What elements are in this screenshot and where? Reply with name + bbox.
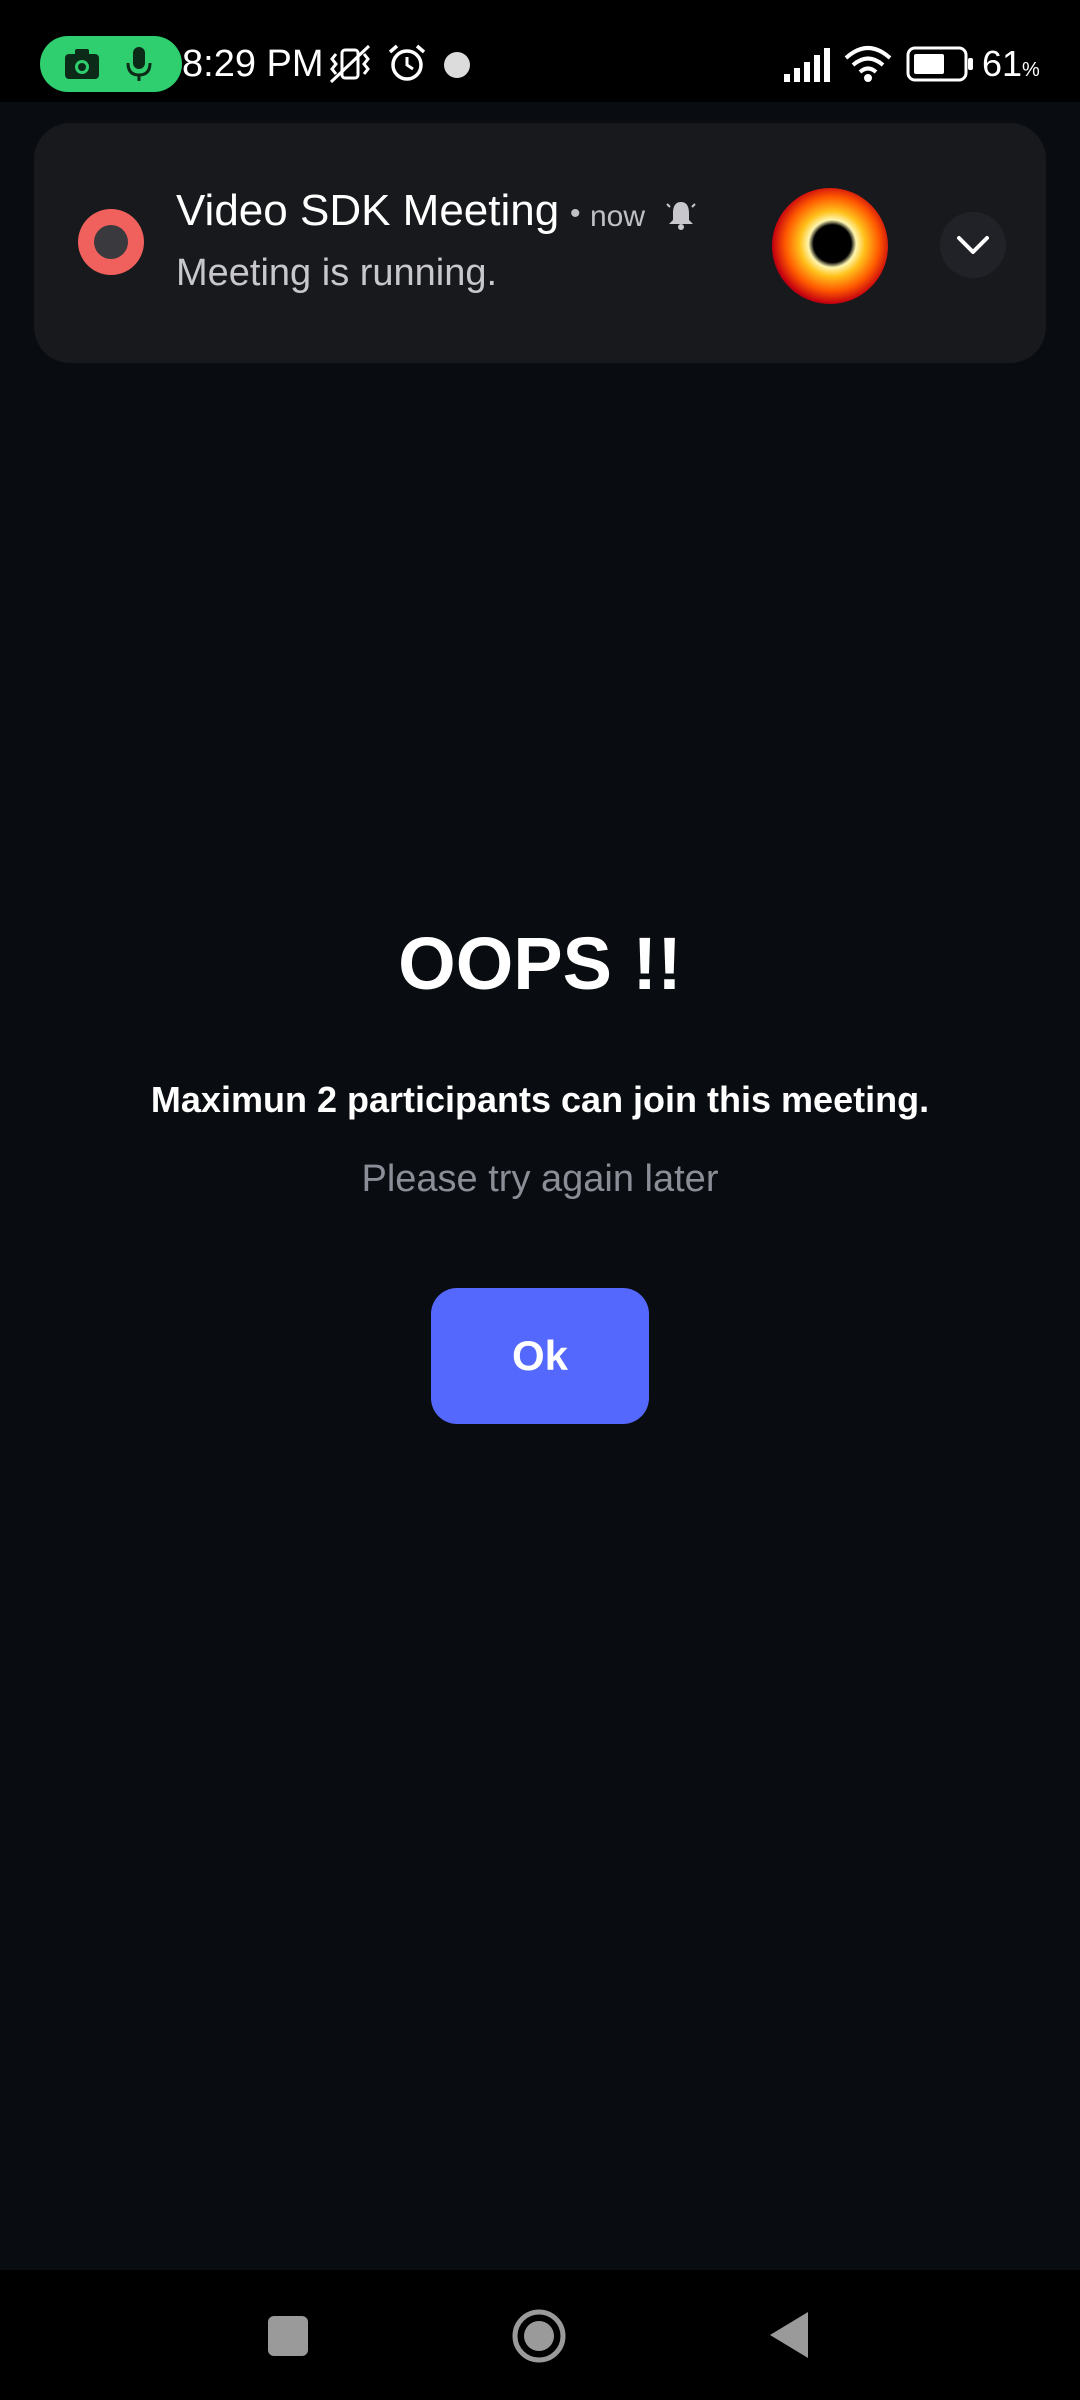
notification-separator: • bbox=[570, 197, 581, 230]
ok-button[interactable]: Ok bbox=[431, 1288, 649, 1424]
battery-percent-value: 61 bbox=[982, 43, 1023, 84]
status-bar: 8:29 PM 61% bbox=[0, 0, 1080, 102]
battery-percentage: 61% bbox=[982, 42, 1040, 92]
battery-icon bbox=[906, 46, 973, 82]
error-message: Maximun 2 participants can join this mee… bbox=[150, 1079, 930, 1120]
home-icon[interactable] bbox=[511, 2308, 567, 2364]
navigation-bar bbox=[0, 2270, 1080, 2400]
meeting-notification[interactable]: Video SDK Meeting • now Meeting is runni… bbox=[34, 123, 1046, 363]
chevron-down-icon bbox=[957, 236, 989, 254]
notification-app-name: Video SDK Meeting bbox=[176, 186, 560, 235]
recents-icon[interactable] bbox=[268, 2316, 308, 2356]
notification-time: now bbox=[590, 200, 646, 233]
battery-percent-unit: % bbox=[1022, 59, 1040, 81]
error-subtext: Please try again later bbox=[361, 1158, 719, 1200]
thumbnail-image bbox=[772, 188, 888, 304]
vibrate-off-icon bbox=[329, 44, 371, 84]
signal-icon bbox=[784, 48, 830, 82]
alarm-icon bbox=[388, 44, 426, 81]
error-title: OOPS !! bbox=[398, 922, 682, 1005]
bell-icon bbox=[666, 202, 696, 230]
expand-notification-button[interactable] bbox=[940, 212, 1006, 278]
camera-icon bbox=[65, 49, 99, 79]
record-icon bbox=[78, 209, 144, 275]
back-icon[interactable] bbox=[768, 2310, 810, 2360]
clock: 8:29 PM bbox=[182, 43, 324, 85]
notification-text: Meeting is running. bbox=[176, 252, 498, 294]
wifi-icon bbox=[844, 46, 892, 82]
notification-dot-icon bbox=[444, 52, 470, 78]
privacy-indicator-pill[interactable] bbox=[40, 36, 182, 92]
microphone-icon bbox=[126, 47, 152, 81]
